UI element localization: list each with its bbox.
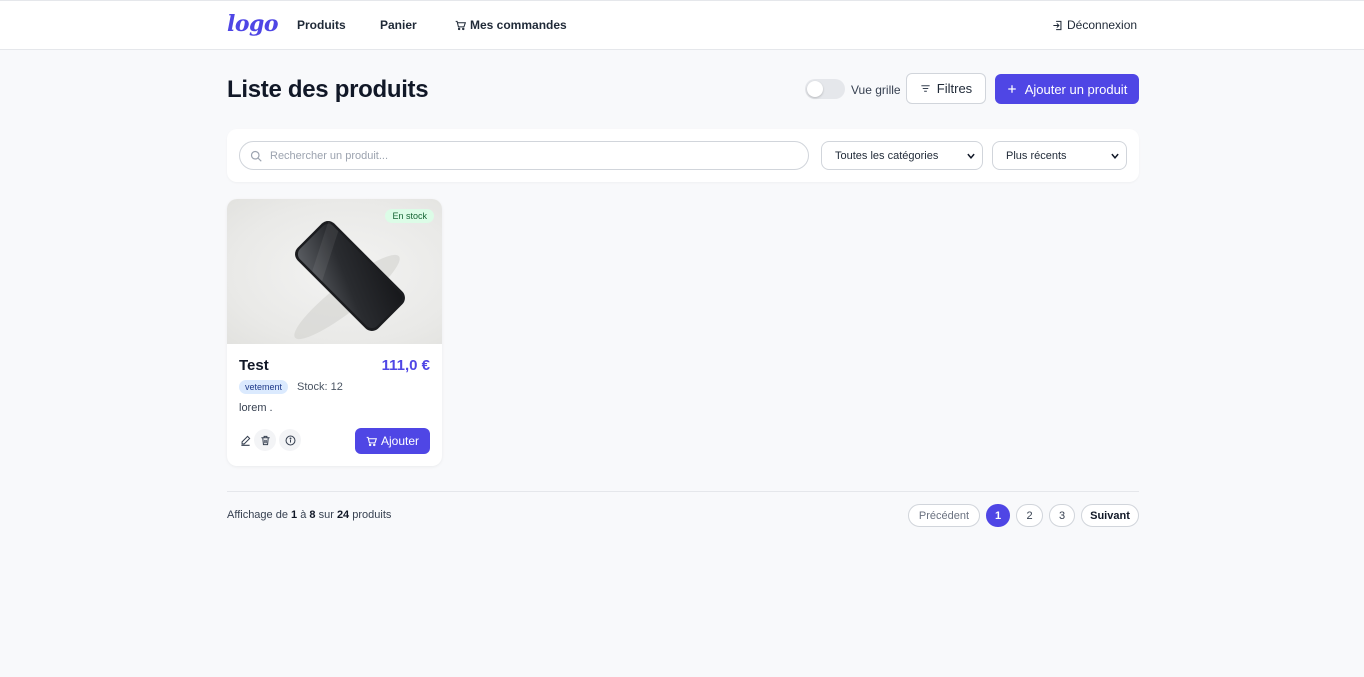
filter-bar: Toutes les catégories Plus récents <box>227 129 1139 182</box>
stock-status-badge: En stock <box>385 209 434 223</box>
product-image: En stock <box>227 199 442 344</box>
logout-button[interactable]: Déconnexion <box>1052 18 1137 32</box>
nav-link-label: Mes commandes <box>470 18 567 32</box>
divider <box>227 491 1139 492</box>
filters-button[interactable]: Filtres <box>906 73 986 104</box>
product-description: lorem . <box>239 402 273 414</box>
grid-view-label: Vue grille <box>851 83 901 97</box>
page-button-3[interactable]: 3 <box>1049 504 1075 527</box>
page-button-1[interactable]: 1 <box>986 504 1010 527</box>
summary-of: sur <box>318 509 334 521</box>
category-select[interactable]: Toutes les catégories <box>821 141 983 170</box>
search-icon <box>250 150 262 162</box>
search-input[interactable] <box>270 142 800 169</box>
logo[interactable]: logo <box>227 11 279 37</box>
category-select-value: Toutes les catégories <box>835 149 939 162</box>
summary-total: 24 <box>336 509 350 521</box>
logout-icon <box>1053 20 1062 30</box>
delete-button[interactable] <box>254 429 276 451</box>
edit-button[interactable] <box>234 429 256 451</box>
summary-prefix: Affichage de <box>227 509 288 521</box>
filter-icon <box>921 85 930 92</box>
category-badge: vetement <box>239 380 289 394</box>
cart-icon <box>455 20 466 30</box>
nav-link-produits[interactable]: Produits <box>297 18 346 32</box>
info-icon <box>285 435 295 445</box>
pencil-icon <box>240 435 250 446</box>
chevron-down-icon <box>967 153 975 160</box>
search-box[interactable] <box>239 141 809 170</box>
grid-view-toggle[interactable] <box>805 79 845 99</box>
cart-icon <box>366 436 377 446</box>
summary-from: 1 <box>291 509 298 521</box>
add-product-button[interactable]: Ajouter un produit <box>995 74 1139 104</box>
summary-to: 8 <box>309 509 316 521</box>
filters-label: Filtres <box>936 81 973 96</box>
nav-link-mes-commandes[interactable]: Mes commandes <box>455 18 567 32</box>
previous-page-button[interactable]: Précédent <box>908 504 980 527</box>
next-page-button[interactable]: Suivant <box>1081 504 1139 527</box>
summary-between: à <box>300 509 307 521</box>
summary-suffix: produits <box>352 509 392 521</box>
nav-link-label: Produits <box>297 18 346 32</box>
stock-count: Stock: 12 <box>297 381 343 393</box>
sort-select[interactable]: Plus récents <box>992 141 1127 170</box>
sort-select-value: Plus récents <box>1006 149 1067 162</box>
pagination-summary: Affichage de 1 à 8 sur 24 produits <box>227 509 391 521</box>
plus-icon <box>1007 85 1016 93</box>
nav-link-panier[interactable]: Panier <box>380 18 417 32</box>
add-to-cart-button[interactable]: Ajouter <box>355 428 430 454</box>
details-button[interactable] <box>279 429 301 451</box>
page-title: Liste des produits <box>227 76 429 103</box>
product-card[interactable]: En stock Test 111,0 € vetement Stock: 12… <box>227 199 442 466</box>
top-navbar: logo Produits Panier Mes commandes Décon… <box>0 0 1364 50</box>
nav-link-label: Panier <box>380 18 417 32</box>
chevron-down-icon <box>1111 153 1119 160</box>
add-to-cart-label: Ajouter <box>380 434 420 448</box>
product-name: Test <box>239 357 269 374</box>
product-price: 111,0 € <box>381 357 430 374</box>
add-product-label: Ajouter un produit <box>1024 81 1128 97</box>
toggle-knob <box>807 81 823 97</box>
page-button-2[interactable]: 2 <box>1016 504 1043 527</box>
trash-icon <box>260 435 270 445</box>
logout-label: Déconnexion <box>1067 18 1138 32</box>
